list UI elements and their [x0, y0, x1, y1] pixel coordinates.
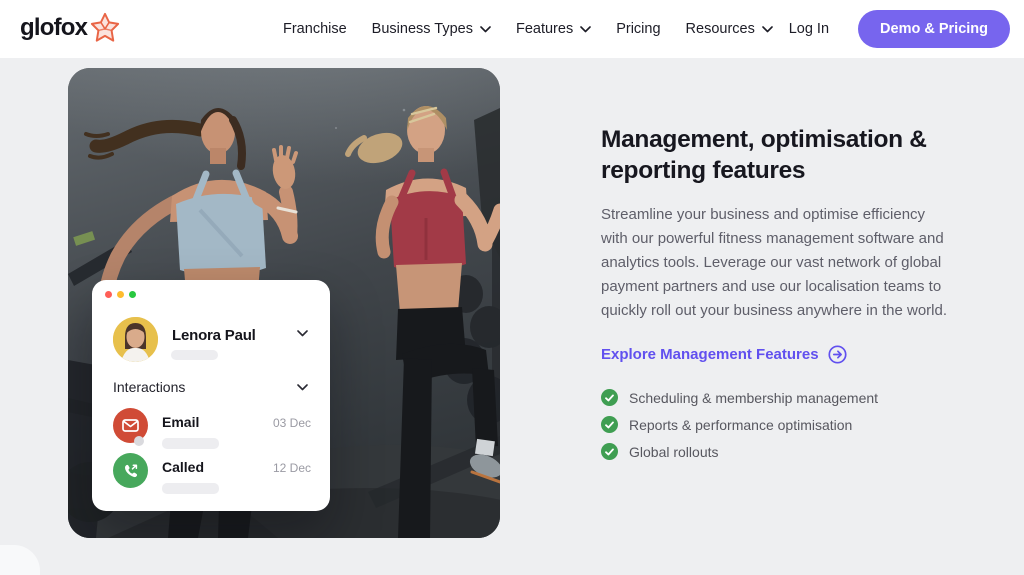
page-title: Management, optimisation & reporting fea… [601, 126, 927, 184]
checklist-item-label: Global rollouts [629, 443, 719, 460]
nav-item-label: Franchise [283, 21, 347, 37]
hero-paragraph: Streamline your business and optimise ef… [601, 206, 948, 319]
checklist-item-label: Reports & performance optimisation [629, 416, 853, 433]
interaction-date: 12 Dec [272, 461, 311, 475]
interactions-label: Interactions [113, 379, 186, 395]
hero-section: Lenora Paul Interactions Email 03 Dec Ca… [0, 58, 1024, 575]
hero-photo: Lenora Paul Interactions Email 03 Dec Ca… [68, 68, 500, 538]
nav-item-label: Pricing [616, 21, 661, 37]
nav-item-label: Business Types [371, 21, 473, 37]
chevron-down-icon [480, 25, 491, 32]
checklist-item: Reports & performance optimisation [601, 416, 953, 433]
interaction-type: Called [162, 459, 205, 475]
arrow-right-circle-icon [828, 345, 847, 364]
hero-copy: Management, optimisation & reporting fea… [601, 124, 953, 460]
crm-card: Lenora Paul Interactions Email 03 Dec Ca… [92, 280, 330, 511]
checklist-item: Global rollouts [601, 443, 953, 460]
nav-item-franchise[interactable]: Franchise [283, 21, 347, 37]
avatar [113, 317, 158, 362]
brand-logo[interactable]: glofox [20, 12, 120, 44]
window-close-dot [105, 291, 112, 298]
chevron-down-icon [297, 384, 308, 391]
chevron-down-icon [762, 25, 773, 32]
nav-item-business-types[interactable]: Business Types [372, 21, 491, 37]
interaction-type: Email [162, 414, 200, 430]
nav-item-features[interactable]: Features [515, 21, 592, 37]
check-icon [601, 416, 618, 433]
demo-pricing-button[interactable]: Demo & Pricing [858, 10, 1010, 48]
placeholder-bar [162, 438, 219, 449]
page: glofox Franchise Business Types Features [0, 0, 1024, 575]
window-controls [105, 291, 136, 298]
main-nav: Franchise Business Types Features Pricin… [283, 0, 773, 58]
next-section-card-peek [0, 545, 40, 575]
checklist-item-label: Scheduling & membership management [629, 389, 879, 406]
placeholder-bar [162, 483, 219, 494]
phone-outgoing-icon [113, 453, 148, 488]
check-icon [601, 443, 618, 460]
timeline-dot [134, 436, 144, 446]
login-link[interactable]: Log In [789, 21, 829, 37]
brand-logo-text: glofox [20, 14, 88, 41]
chevron-down-icon [580, 25, 592, 32]
explore-features-label: Explore Management Features [601, 346, 819, 363]
fox-logo-icon [90, 12, 120, 44]
explore-features-link[interactable]: Explore Management Features [601, 345, 847, 364]
window-zoom-dot [129, 291, 136, 298]
checklist-item: Scheduling & membership management [601, 389, 953, 406]
placeholder-bar [171, 350, 218, 360]
nav-item-label: Resources [685, 21, 755, 37]
window-minimize-dot [117, 291, 124, 298]
check-icon [601, 389, 618, 406]
top-nav: glofox Franchise Business Types Features [0, 0, 1024, 58]
nav-item-resources[interactable]: Resources [686, 21, 773, 37]
nav-item-label: Features [515, 21, 574, 37]
contact-name: Lenora Paul [172, 327, 256, 344]
chevron-down-icon [297, 330, 308, 337]
feature-checklist: Scheduling & membership management Repor… [601, 389, 953, 460]
nav-item-pricing[interactable]: Pricing [616, 21, 660, 37]
nav-right-group: Log In Demo & Pricing [789, 0, 1010, 58]
interaction-date: 03 Dec [272, 416, 311, 430]
